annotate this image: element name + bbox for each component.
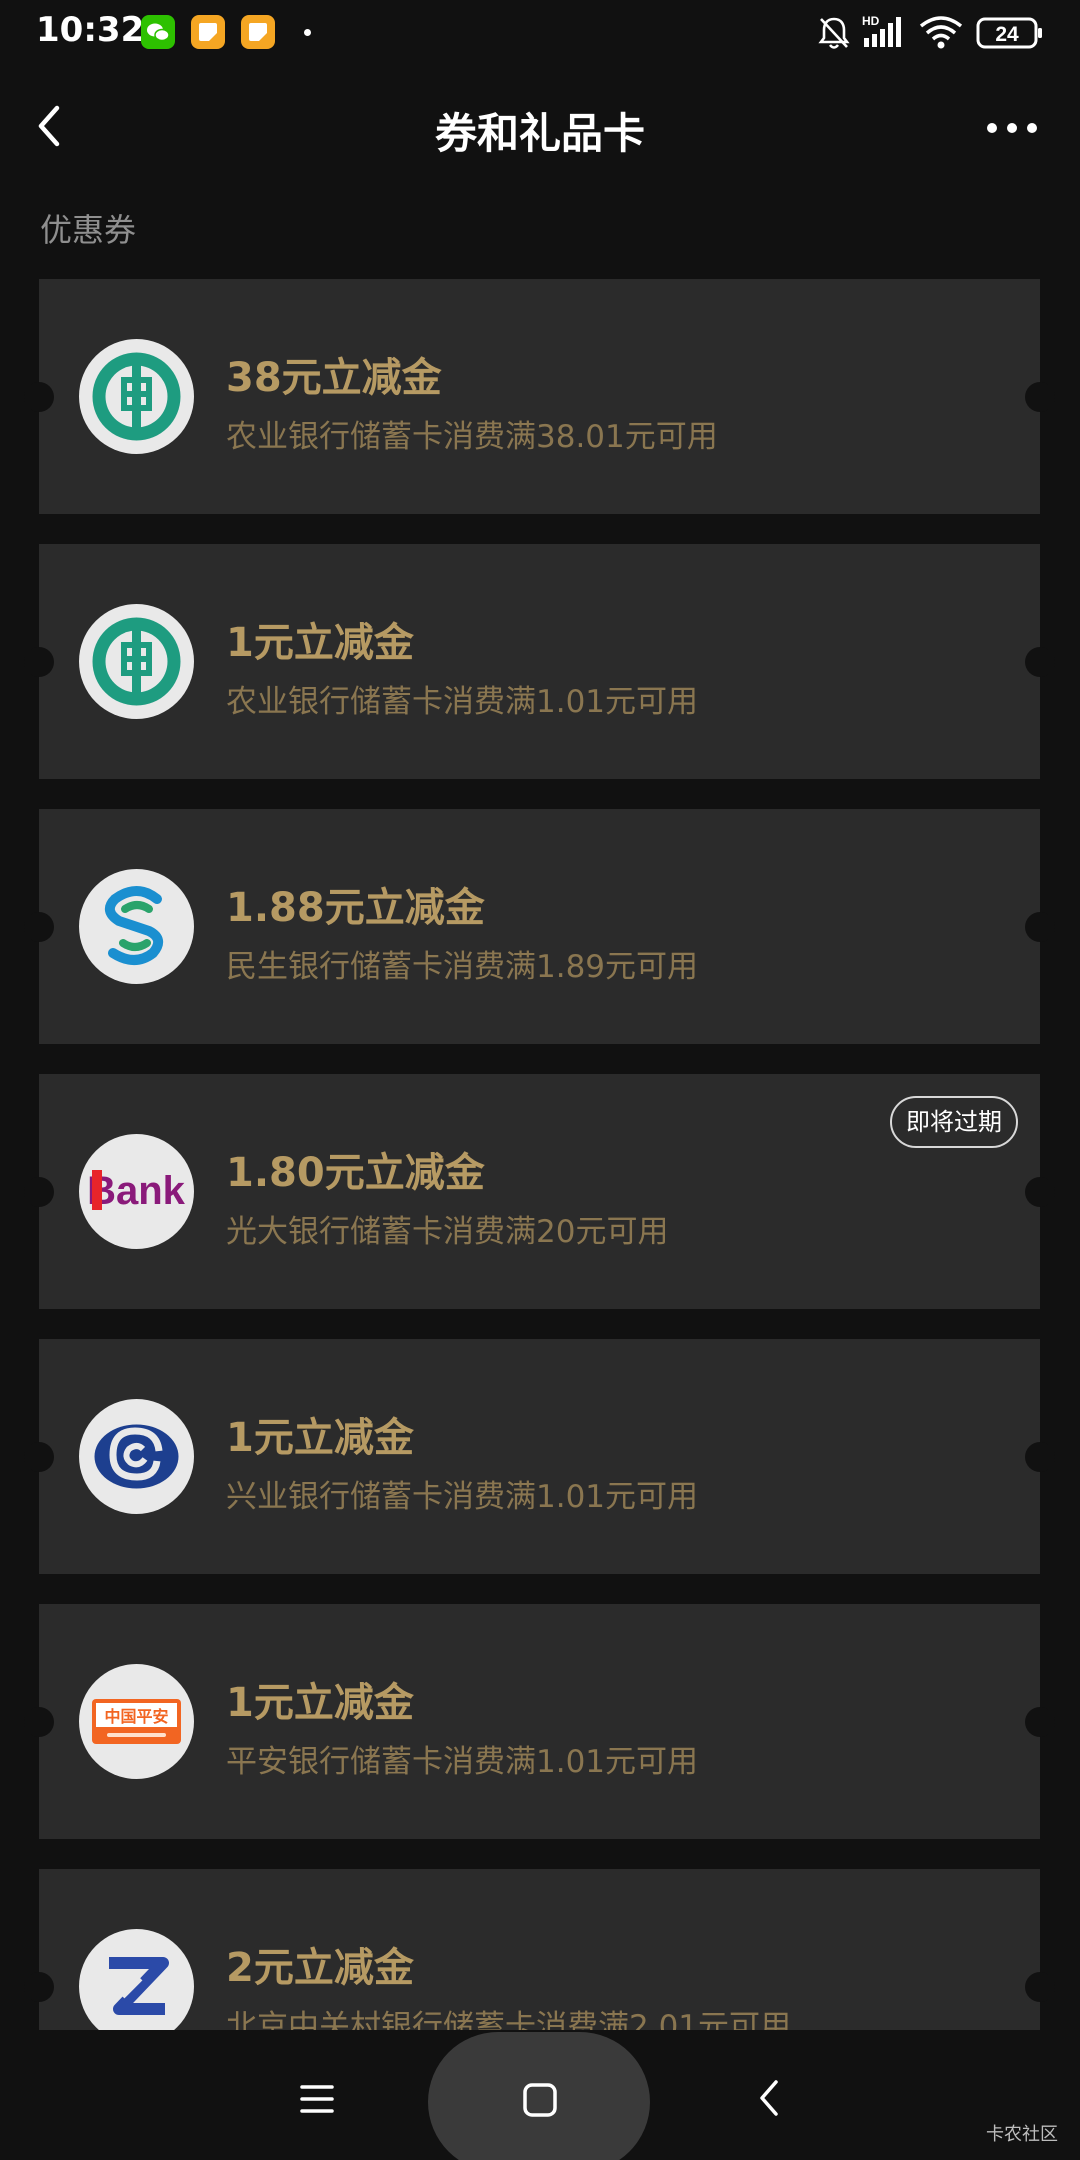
card-notch [24,382,54,412]
coupon-desc: 光大银行储蓄卡消费满20元可用 [226,1214,669,1250]
ceb-bank-logo: Bank [79,1134,194,1249]
signal-icon: HD [862,14,901,47]
coupon-desc: 民生银行储蓄卡消费满1.89元可用 [226,949,699,985]
coupon-card[interactable]: Bank 1.80元立减金 光大银行储蓄卡消费满20元可用 即将过期 [24,1074,1055,1309]
coupon-title: 1元立减金 [226,620,414,666]
coupon-desc: 兴业银行储蓄卡消费满1.01元可用 [226,1479,699,1515]
card-notch [1025,912,1055,942]
coupon-title: 1元立减金 [226,1680,414,1726]
coupon-title: 2元立减金 [226,1945,414,1991]
coupon-card[interactable]: 38元立减金 农业银行储蓄卡消费满38.01元可用 [24,279,1055,514]
card-notch [24,1707,54,1737]
wechat-icon [141,15,175,49]
coupon-card[interactable]: 1.88元立减金 民生银行储蓄卡消费满1.89元可用 [24,809,1055,1044]
wifi-icon [919,16,963,49]
card-notch [1025,1442,1055,1472]
page-title: 券和礼品卡 [434,109,645,158]
coupon-title: 1元立减金 [226,1415,414,1461]
coupon-list[interactable]: 38元立减金 农业银行储蓄卡消费满38.01元可用 1元立减金 农业银行储蓄卡消… [0,279,1080,2030]
app-notification-icon [191,15,225,49]
navigation-bar [0,2030,1080,2160]
card-notch [1025,382,1055,412]
mute-bell-icon [818,17,850,49]
coupon-desc: 农业银行储蓄卡消费满1.01元可用 [226,684,699,720]
card-notch [1025,1707,1055,1737]
card-notch [1025,647,1055,677]
battery-icon: 24 [976,17,1042,49]
status-bar: 10:32 HD 24 [0,0,1080,66]
pingan-bank-logo: 中国平安 [79,1664,194,1779]
cib-bank-logo [79,1399,194,1514]
battery-level: 24 [995,23,1019,46]
svg-text:中国平安: 中国平安 [104,1707,168,1726]
card-notch [24,647,54,677]
coupon-desc: 北京中关村银行储蓄卡消费满2.01元可用 [226,2009,792,2030]
home-square-icon [523,2083,557,2117]
back-chevron-icon [760,2080,778,2116]
home-button[interactable] [510,2070,570,2130]
coupon-desc: 平安银行储蓄卡消费满1.01元可用 [226,1744,699,1780]
abc-bank-logo [79,604,194,719]
coupon-card[interactable]: 1元立减金 农业银行储蓄卡消费满1.01元可用 [24,544,1055,779]
header: 券和礼品卡 [0,66,1080,188]
screen: 10:32 HD 24 券和礼品卡 优惠券 38元立减金 农业银行储蓄卡消费满3… [0,0,1080,2160]
more-dots-icon [987,123,1037,133]
coupon-desc: 农业银行储蓄卡消费满38.01元可用 [226,419,718,455]
expiring-badge: 即将过期 [890,1096,1018,1148]
status-time: 10:32 [36,10,145,50]
more-notifications-dot [304,29,311,36]
app-notification-icon [241,15,275,49]
coupon-card[interactable]: 中国平安 1元立减金 平安银行储蓄卡消费满1.01元可用 [24,1604,1055,1839]
coupon-card[interactable]: 2元立减金 北京中关村银行储蓄卡消费满2.01元可用 [24,1869,1055,2030]
card-notch [24,1442,54,1472]
card-notch [1025,1177,1055,1207]
coupon-title: 38元立减金 [226,355,442,401]
card-notch [24,1177,54,1207]
zgc-bank-logo [79,1929,194,2030]
more-button[interactable] [980,98,1046,154]
card-notch [24,1972,54,2002]
section-label-coupons: 优惠券 [40,211,137,249]
abc-bank-logo [79,339,194,454]
menu-icon [300,2085,334,2113]
recent-apps-button[interactable] [290,2072,344,2126]
coupon-card[interactable]: 1元立减金 兴业银行储蓄卡消费满1.01元可用 [24,1339,1055,1574]
coupon-title: 1.88元立减金 [226,885,485,931]
card-notch [24,912,54,942]
watermark: 卡农社区 [986,2124,1058,2145]
cmbc-bank-logo [79,869,194,984]
system-back-button[interactable] [740,2068,800,2128]
network-label: HD [862,14,880,28]
coupon-title: 1.80元立减金 [226,1150,485,1196]
card-notch [1025,1972,1055,2002]
